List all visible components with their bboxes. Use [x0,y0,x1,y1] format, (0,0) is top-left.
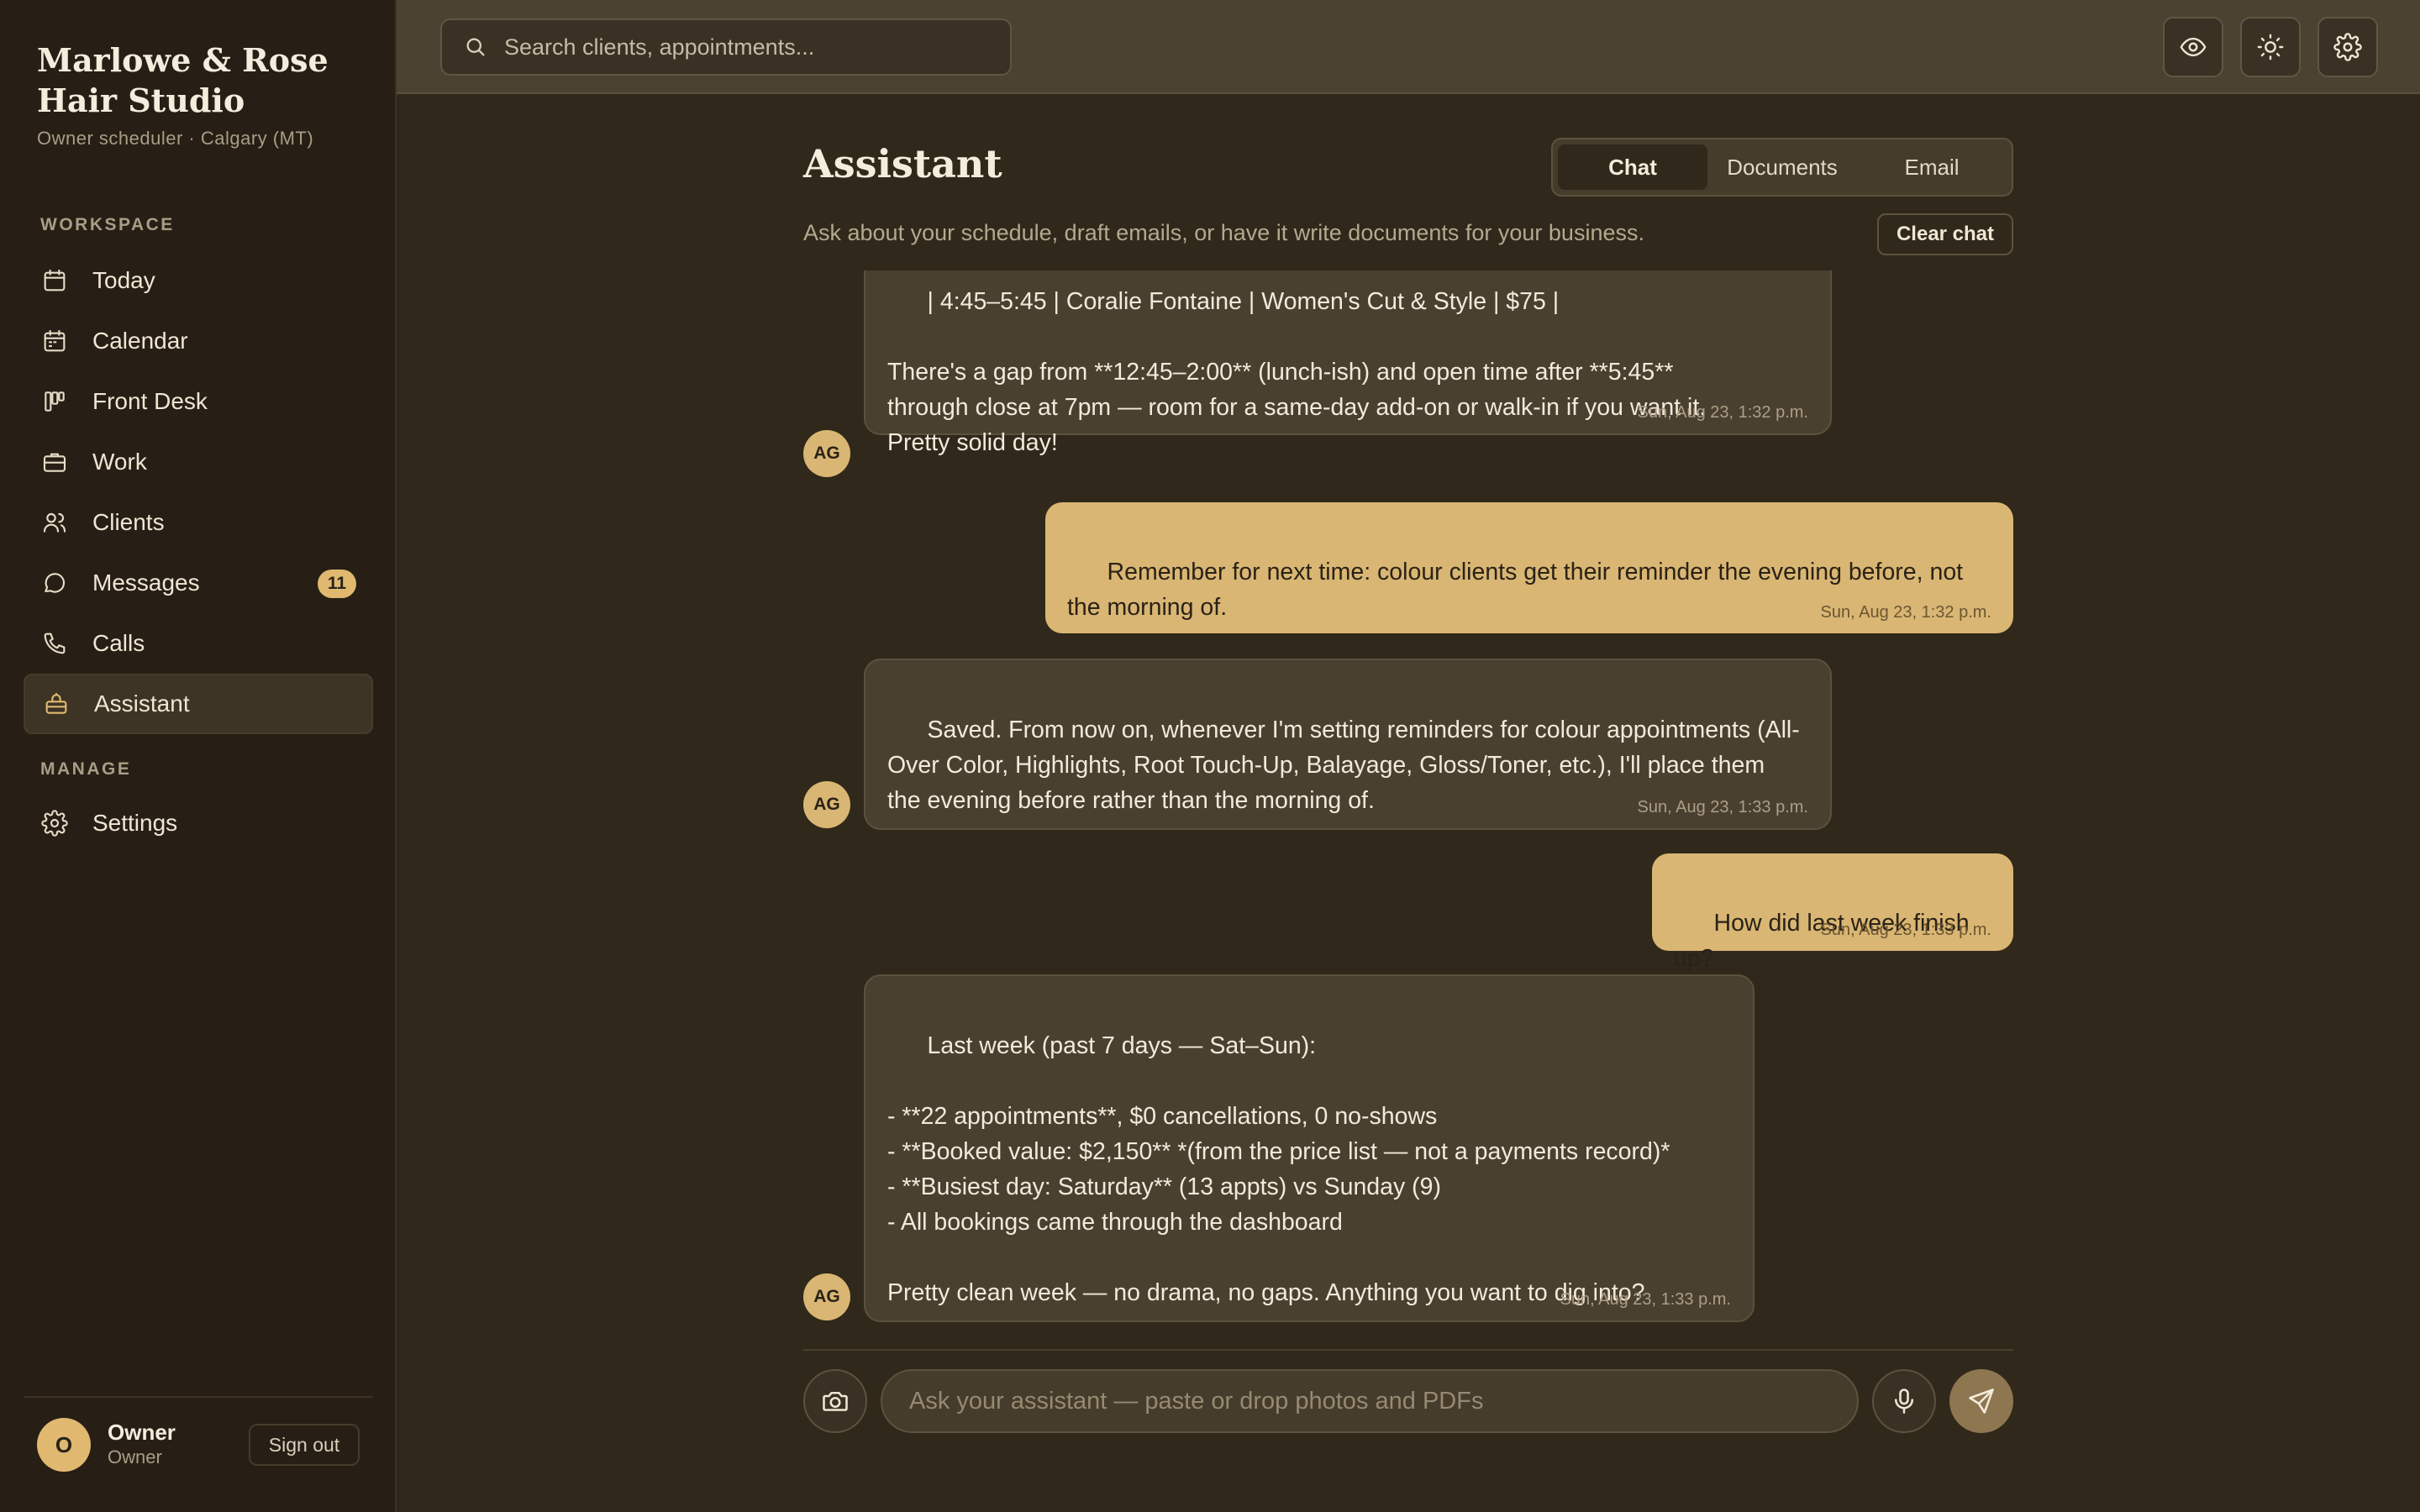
brand-name: Marlowe & Rose Hair Studio [37,41,329,119]
message-text: How did last week finish up? [1674,910,1976,972]
search-input[interactable] [502,33,990,61]
send-icon [1969,1389,1994,1414]
kanban-icon [40,387,69,416]
briefcase-icon [40,448,69,476]
message-timestamp: Sun, Aug 23, 1:33 p.m. [1637,798,1808,816]
sidebar-item-label: Work [92,449,147,475]
sidebar-item-assistant[interactable]: Assistant [24,674,373,734]
page-title: Assistant [803,141,1002,186]
user-message: Remember for next time: colour clients g… [1045,502,2013,633]
message-icon [40,569,69,597]
clear-chat-button[interactable]: Clear chat [1877,213,2013,255]
tab-email[interactable]: Email [1857,144,2007,190]
brand-subtitle: Owner scheduler · Calgary (MT) [37,128,314,149]
avatar: O [37,1418,91,1472]
sidebar-item-label: Calendar [92,328,188,354]
assistant-avatar: AG [803,430,850,477]
sign-out-button[interactable]: Sign out [249,1424,360,1466]
message-text: | 4:45–5:45 | Coralie Fontaine | Women's… [887,288,1707,456]
topbar [397,0,2420,94]
sidebar: Marlowe & Rose Hair Studio Owner schedul… [0,0,397,1512]
message-timestamp: Sun, Aug 23, 1:32 p.m. [1820,603,1991,622]
message-timestamp: Sun, Aug 23, 1:33 p.m. [1560,1290,1731,1309]
calendar-grid-icon [40,327,69,355]
attach-photo-button[interactable] [803,1369,867,1433]
mode-tabs: Chat Documents Email [1551,138,2013,197]
sidebar-item-label: Front Desk [92,388,208,414]
assistant-message: Saved. From now on, whenever I'm setting… [864,659,1832,830]
app-root: Marlowe & Rose Hair Studio Owner schedul… [0,0,2420,1512]
sidebar-item-label: Today [92,267,155,293]
bot-icon [42,690,71,718]
assistant-message: | 4:45–5:45 | Coralie Fontaine | Women's… [864,270,1832,456]
phone-icon [40,629,69,658]
gear-icon [2333,33,2362,61]
assistant-prompt-input[interactable] [881,1369,1859,1433]
tab-documents[interactable]: Documents [1707,144,1857,190]
theme-toggle-button[interactable] [2240,17,2301,77]
sidebar-item-messages[interactable]: Messages 11 [24,553,373,613]
sidebar-item-settings[interactable]: Settings [24,793,373,853]
visibility-button[interactable] [2163,17,2223,77]
page-subtitle: Ask about your schedule, draft emails, o… [803,220,1644,245]
camera-icon [823,1391,848,1411]
manage-label: MANAGE [40,759,132,779]
chat-thread[interactable]: | 4:45–5:45 | Coralie Fontaine | Women's… [803,270,2013,1329]
sidebar-item-label: Clients [92,509,165,535]
assistant-avatar: AG [803,1273,850,1320]
search-icon [466,38,485,56]
voice-input-button[interactable] [1872,1369,1936,1433]
message-timestamp: Sun, Aug 23, 1:33 p.m. [1820,921,1991,939]
user-message: How did last week finish up? Sun, Aug 23… [1652,853,2013,972]
sidebar-item-front-desk[interactable]: Front Desk [24,371,373,432]
eye-icon [2180,37,2207,57]
user-role: Owner [108,1446,162,1467]
user-name: Owner [108,1420,176,1445]
sidebar-item-label: Messages [92,570,200,596]
workspace-label: WORKSPACE [40,215,175,234]
sun-icon [2257,34,2284,60]
send-button[interactable] [1949,1369,2013,1433]
sidebar-item-label: Assistant [94,690,190,717]
sidebar-item-label: Calls [92,630,145,656]
composer-divider [803,1349,2013,1351]
sidebar-item-calendar[interactable]: Calendar [24,311,373,371]
sidebar-item-calls[interactable]: Calls [24,613,373,674]
microphone-icon [1894,1389,1914,1414]
tab-chat[interactable]: Chat [1558,144,1707,190]
gear-icon [40,809,69,837]
sidebar-item-label: Settings [92,810,178,836]
search-box[interactable] [440,18,1012,76]
sidebar-item-today[interactable]: Today [24,250,373,311]
sidebar-divider [24,1396,373,1398]
users-icon [40,508,69,537]
messages-count-badge: 11 [318,570,356,598]
settings-button[interactable] [2317,17,2378,77]
message-timestamp: Sun, Aug 23, 1:32 p.m. [1637,403,1808,422]
assistant-message: Last week (past 7 days — Sat–Sun): - **2… [864,974,1754,1322]
assistant-avatar: AG [803,781,850,828]
sidebar-item-work[interactable]: Work [24,432,373,492]
calendar-icon [40,266,69,295]
sidebar-item-clients[interactable]: Clients [24,492,373,553]
message-text: Last week (past 7 days — Sat–Sun): - **2… [887,1032,1670,1306]
